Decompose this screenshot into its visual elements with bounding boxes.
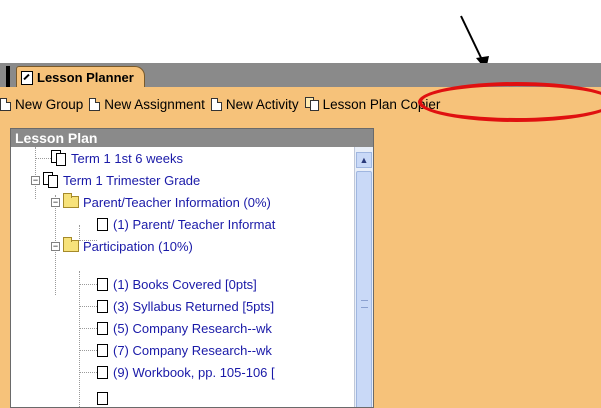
tree-item-syllabus-returned[interactable]: (3) Syllabus Returned [5pts] <box>97 295 274 317</box>
collapse-icon[interactable]: − <box>51 197 60 207</box>
document-icon <box>0 97 11 111</box>
new-activity-button[interactable]: New Activity <box>210 96 299 112</box>
document-icon <box>97 343 108 357</box>
document-icon <box>89 97 101 111</box>
tree-item-participation[interactable]: − Participation (10%) <box>51 235 193 257</box>
tree-item-company-research-5[interactable]: (5) Company Research--wk <box>97 317 272 339</box>
tab-label: Lesson Planner <box>37 70 134 85</box>
folder-icon <box>63 193 79 208</box>
tab-divider <box>6 66 10 87</box>
new-assignment-button[interactable]: New Assignment <box>89 97 205 112</box>
tree-item-label: (3) Syllabus Returned [5pts] <box>113 298 275 314</box>
document-icon <box>97 277 108 291</box>
tree-item-label: (9) Workbook, pp. 105-106 [ <box>113 364 275 380</box>
annotation-area <box>0 0 601 66</box>
tree-item-label: (7) Company Research--wk <box>113 342 272 358</box>
tree-item-workbook[interactable]: (9) Workbook, pp. 105-106 [ <box>97 361 275 383</box>
term-icon <box>43 172 59 188</box>
document-icon <box>97 321 108 335</box>
new-activity-label: New Activity <box>225 96 299 112</box>
tree-item-partial[interactable] <box>97 387 113 407</box>
grip-icon <box>361 300 368 308</box>
tree-item-label: (1) Books Covered [0pts] <box>113 276 257 292</box>
document-icon <box>97 299 108 313</box>
document-icon <box>97 365 108 379</box>
tree-item-company-research-7[interactable]: (7) Company Research--wk <box>97 339 272 361</box>
tree-item-label: Term 1 Trimester Grade <box>63 172 201 188</box>
collapse-icon[interactable]: − <box>31 175 40 185</box>
tree-item-label: Parent/Teacher Information (0%) <box>83 194 271 210</box>
tree-item-label: (5) Company Research--wk <box>113 320 272 336</box>
folder-icon <box>63 237 79 252</box>
document-icon <box>97 217 108 231</box>
lesson-plan-tree: Term 1 1st 6 weeks − Term 1 Trimester Gr… <box>11 147 354 407</box>
copy-icon <box>304 97 319 111</box>
tree-item-label: Term 1 1st 6 weeks <box>71 150 183 166</box>
document-icon <box>210 97 222 111</box>
lesson-plan-panel: Lesson Plan Term 1 1st 6 weeks − Term 1 … <box>10 128 374 408</box>
scroll-up-icon[interactable]: ▲ <box>356 152 372 168</box>
tree-item-label: Participation (10%) <box>83 238 193 254</box>
tree-item-label: (1) Parent/ Teacher Informat <box>113 216 276 232</box>
tab-lesson-planner[interactable]: Lesson Planner <box>16 66 145 88</box>
new-group-button[interactable]: New Group <box>0 97 83 112</box>
tree-item-term-1-1st-6-weeks[interactable]: Term 1 1st 6 weeks <box>51 147 183 169</box>
tree-item-parent-teacher-information[interactable]: − Parent/Teacher Information (0%) <box>51 191 271 213</box>
highlight-oval <box>418 82 601 122</box>
vertical-scrollbar[interactable]: ▲ <box>354 147 373 407</box>
term-icon <box>51 150 67 166</box>
panel-title: Lesson Plan <box>11 129 373 147</box>
new-assignment-label: New Assignment <box>104 96 205 112</box>
scrollbar-thumb[interactable] <box>356 171 372 407</box>
document-icon <box>97 391 108 405</box>
new-group-label: New Group <box>15 96 84 112</box>
tree-item-term-1-trimester-grade[interactable]: − Term 1 Trimester Grade <box>31 169 200 191</box>
tree-item-books-covered[interactable]: (1) Books Covered [0pts] <box>97 273 257 295</box>
collapse-icon[interactable]: − <box>51 241 60 251</box>
edit-icon <box>21 70 33 85</box>
toolbar: New Group New Assignment New Activity Le… <box>0 94 446 114</box>
tree-item-parent-teacher-informat[interactable]: (1) Parent/ Teacher Informat <box>97 213 275 235</box>
